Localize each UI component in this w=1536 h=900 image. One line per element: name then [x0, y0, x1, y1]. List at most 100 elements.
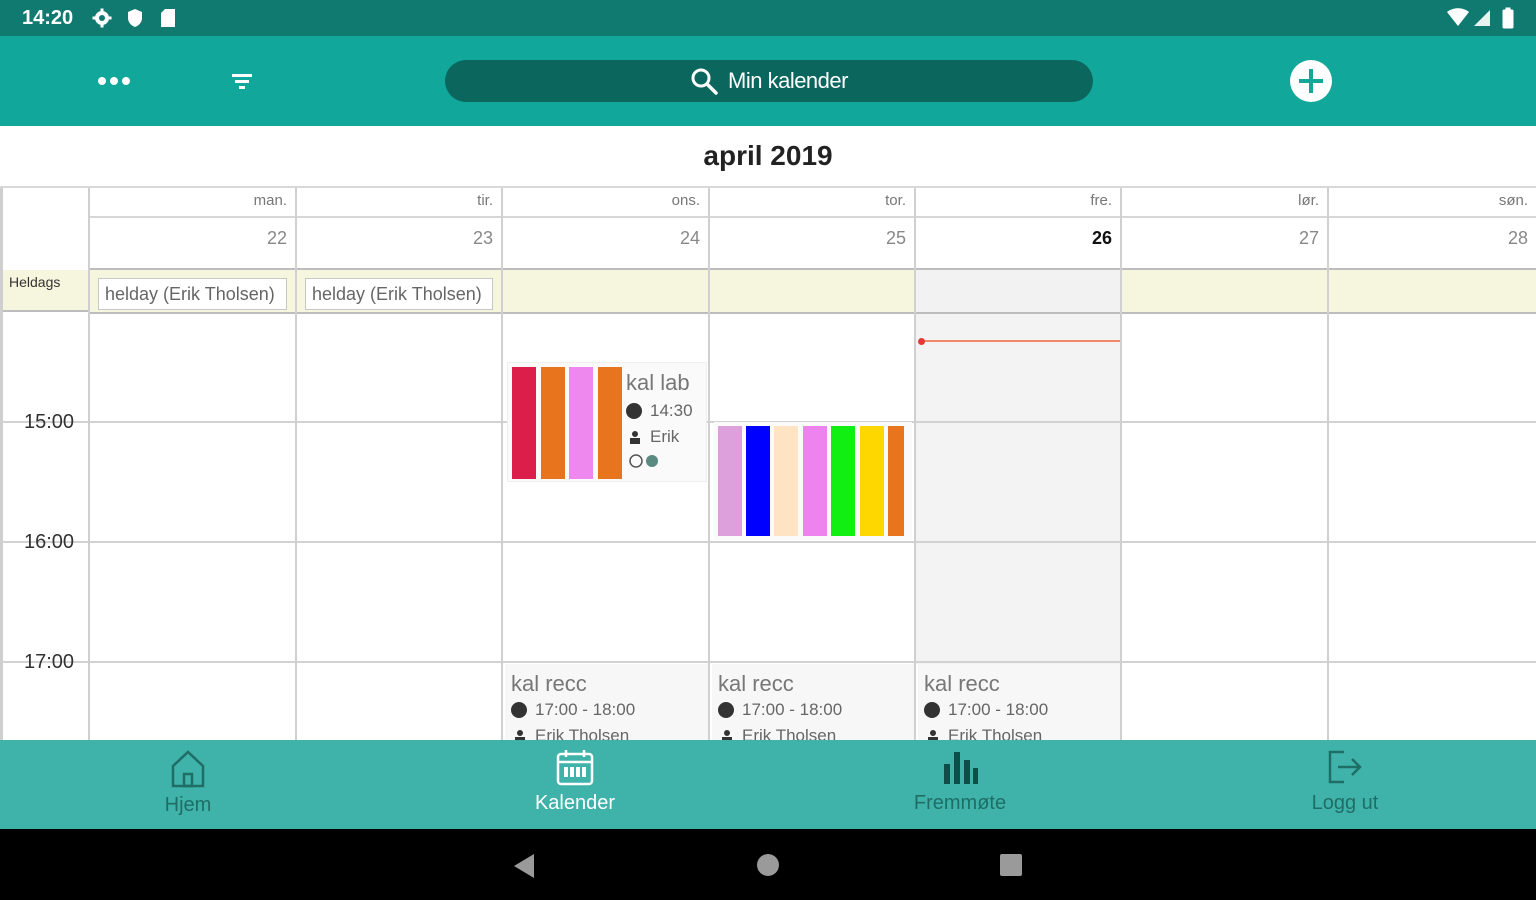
hour-label: 15:00 — [24, 411, 75, 433]
more-dots-icon — [98, 77, 130, 85]
day-column-mon[interactable]: man. 22 helday (Erik Tholsen) — [90, 188, 297, 740]
nav-item-home[interactable]: Hjem — [88, 740, 288, 829]
event-title: kal lab — [626, 370, 690, 395]
event-kal-recc[interactable]: kal recc 17:00 - 18:00 Erik Tholsen — [505, 664, 708, 740]
recents-icon[interactable] — [1000, 854, 1022, 876]
nav-item-logout[interactable]: Logg ut — [1245, 740, 1445, 829]
day-number[interactable]: 24 — [680, 228, 700, 249]
event-color-bar — [860, 426, 884, 536]
logout-icon — [1328, 750, 1362, 784]
clock-icon — [924, 702, 940, 718]
allday-event[interactable]: helday (Erik Tholsen) — [305, 278, 493, 310]
day-number[interactable]: 27 — [1299, 228, 1319, 249]
day-number[interactable]: 23 — [473, 228, 493, 249]
allday-cell[interactable] — [1329, 268, 1536, 314]
day-name: tor. — [885, 192, 906, 209]
back-icon[interactable] — [512, 853, 536, 879]
event-color-bar — [598, 367, 622, 479]
nav-label: Hjem — [164, 794, 212, 816]
shield-icon — [128, 9, 142, 27]
day-column-sat[interactable]: lør. 27 — [1122, 188, 1329, 740]
hour-label: 17:00 — [24, 651, 75, 673]
event-title: kal recc — [511, 671, 587, 696]
circle-filled-icon — [646, 455, 658, 467]
event-color-bar — [803, 426, 827, 536]
more-options-button[interactable] — [92, 64, 136, 98]
day-number[interactable]: 28 — [1508, 228, 1528, 249]
circle-outline-icon — [629, 454, 643, 468]
day-name: man. — [253, 192, 287, 209]
today-shade — [916, 314, 1120, 664]
home-icon — [171, 750, 205, 788]
event-time: 17:00 - 18:00 — [511, 700, 635, 720]
day-name: søn. — [1498, 192, 1528, 209]
allday-cell[interactable] — [1122, 268, 1327, 314]
person-icon — [515, 730, 525, 740]
day-column-tue[interactable]: tir. 23 helday (Erik Tholsen) — [297, 188, 503, 740]
allday-cell[interactable]: helday (Erik Tholsen) — [90, 268, 295, 314]
day-name: lør. — [1298, 192, 1319, 209]
calendar-search-button[interactable]: Min kalender — [445, 60, 1093, 102]
event-color-bar — [831, 426, 855, 536]
event-person: Erik Tholsen — [720, 726, 836, 740]
event-color-bar — [512, 367, 536, 479]
event-person: Erik Tholsen — [513, 726, 629, 740]
day-column-sun[interactable]: søn. 28 — [1329, 188, 1536, 740]
wifi-icon — [1447, 8, 1469, 26]
day-number[interactable]: 22 — [267, 228, 287, 249]
signal-icon — [1474, 10, 1490, 26]
allday-cell[interactable]: helday (Erik Tholsen) — [297, 268, 501, 314]
calendar-icon — [556, 750, 594, 786]
day-name: tir. — [477, 192, 493, 209]
day-column-wed[interactable]: ons. 24 kal lab 14:30 Erik kal recc 17:0… — [503, 188, 710, 740]
event-kal-recc[interactable]: kal recc 17:00 - 18:00 Erik Tholsen — [712, 664, 914, 740]
nav-item-attendance[interactable]: Fremmøte — [860, 740, 1060, 829]
search-label: Min kalender — [728, 68, 848, 93]
current-time-dot — [918, 338, 925, 345]
nav-label: Kalender — [534, 792, 616, 814]
day-column-thu[interactable]: tor. 25 kal recc 17:00 - 18:00 Erik Thol… — [710, 188, 916, 740]
sd-card-icon — [161, 9, 175, 27]
day-column-fri[interactable]: fre. 26 kal recc 17:00 - 18:00 Erik Thol… — [916, 188, 1122, 740]
bar-chart-icon — [944, 752, 978, 784]
clock-icon — [718, 702, 734, 718]
month-header: april 2019 — [0, 126, 1536, 188]
filter-icon — [232, 74, 252, 89]
day-name: ons. — [671, 192, 700, 209]
event-time: 17:00 - 18:00 — [924, 700, 1048, 720]
current-time-line — [920, 340, 1120, 342]
event-person: Erik — [628, 427, 679, 447]
event-person: Erik Tholsen — [926, 726, 1042, 740]
allday-cell[interactable] — [710, 268, 914, 314]
person-icon — [928, 730, 938, 740]
allday-cell[interactable] — [503, 268, 708, 314]
day-number[interactable]: 25 — [886, 228, 906, 249]
home-button-icon[interactable] — [756, 853, 780, 877]
nav-item-calendar[interactable]: Kalender — [475, 740, 675, 829]
event-color-bar — [888, 426, 904, 536]
app-toolbar: Min kalender — [0, 36, 1536, 126]
hour-label: 16:00 — [24, 531, 75, 553]
event-time: 14:30 — [626, 401, 693, 421]
nav-label: Fremmøte — [913, 792, 1007, 814]
event-kal-recc[interactable]: kal recc 17:00 - 18:00 Erik Tholsen — [918, 664, 1120, 740]
event-color-bar — [774, 426, 798, 536]
allday-label: Heldags — [3, 270, 88, 312]
clock-icon — [511, 702, 527, 718]
bottom-navigation: Hjem Kalender Fremmøte Logg ut — [0, 740, 1536, 829]
day-number-today[interactable]: 26 — [1092, 228, 1112, 249]
clock-icon — [626, 403, 642, 419]
allday-cell[interactable] — [916, 268, 1120, 314]
event-kal-lab[interactable]: kal lab 14:30 Erik — [507, 362, 707, 482]
event-title: kal recc — [718, 671, 794, 696]
person-icon — [630, 431, 640, 444]
add-event-button[interactable] — [1288, 58, 1334, 104]
event-color-block[interactable] — [714, 422, 912, 540]
filter-button[interactable] — [222, 64, 262, 98]
month-title[interactable]: april 2019 — [703, 140, 832, 172]
battery-icon — [1502, 7, 1514, 29]
system-navigation-bar — [0, 829, 1536, 900]
event-color-bar — [746, 426, 770, 536]
settings-icon — [92, 8, 112, 28]
allday-event[interactable]: helday (Erik Tholsen) — [98, 278, 287, 310]
